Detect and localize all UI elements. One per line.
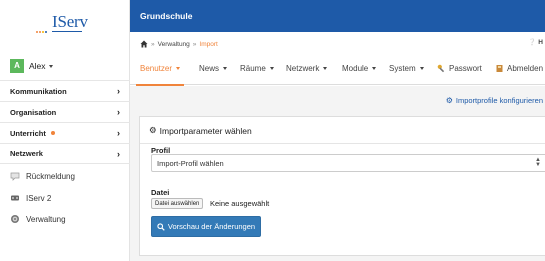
search-icon [157, 222, 165, 231]
breadcrumb-import: Import [199, 40, 218, 48]
tab-label: Benutzer [140, 64, 173, 73]
tab-module[interactable]: Module [342, 52, 377, 85]
help-icon: ❔ [528, 39, 537, 46]
logo-dots [36, 26, 48, 35]
chevron-down-icon [419, 67, 424, 70]
logo-text: IServ [52, 12, 88, 31]
tab-label: Netzwerk [286, 64, 320, 73]
sidebar-link-label: Rückmeldung [26, 171, 75, 181]
tab-label: Räume [240, 64, 266, 73]
chevron-right-icon: › [117, 149, 120, 159]
sidebar-section-label: Organisation [10, 107, 57, 117]
sidebar-section-netzwerk[interactable]: Netzwerk › [0, 143, 130, 164]
user-name: Alex [29, 61, 46, 71]
sidebar-link-rueckmeldung[interactable]: Rückmeldung [10, 171, 75, 181]
user-menu[interactable]: A Alex [10, 56, 53, 76]
chevron-down-icon [176, 67, 181, 70]
gear-icon: ⚙ [149, 125, 157, 135]
avatar: A [10, 59, 24, 73]
school-title: Grundschule [140, 11, 193, 21]
import-panel: ⚙ Importparameter wählen Profil Import-P… [139, 116, 545, 256]
sidebar-link-label: IServ 2 [26, 193, 52, 203]
panel-title-text: Importparameter wählen [159, 125, 252, 136]
tab-system[interactable]: System [389, 52, 424, 85]
select-arrows-icon: ▲ ▼ [535, 157, 541, 168]
panel-title: ⚙ Importparameter wählen [149, 125, 252, 136]
chevron-down-icon [48, 64, 53, 68]
sidebar-section-label: Netzwerk [10, 149, 43, 158]
tab-label: Passwort [449, 64, 482, 73]
config-link-label: Importprofile konfigurieren [455, 96, 543, 105]
chevron-right-icon: › [117, 86, 120, 96]
logout-icon [496, 65, 503, 72]
divider [140, 143, 545, 144]
tab-raeume[interactable]: Räume [240, 52, 274, 85]
sidebar-section-unterricht[interactable]: Unterricht › [0, 122, 130, 143]
tab-abmelden[interactable]: Abmelden [495, 52, 543, 85]
home-icon[interactable] [140, 40, 148, 48]
file-status: Keine ausgewählt [210, 199, 270, 208]
sidebar-link-verwaltung[interactable]: Verwaltung [10, 214, 66, 224]
tab-label: System [389, 64, 416, 73]
gear-icon: ⚙ [445, 96, 453, 105]
choose-file-button[interactable]: Datei auswählen [151, 198, 204, 209]
chevron-down-icon [372, 67, 377, 70]
import-profiles-config-link[interactable]: ⚙ Importprofile konfigurieren [446, 96, 543, 105]
tab-label: News [199, 64, 220, 73]
settings-icon [11, 215, 19, 223]
sidebar-section-kommunikation[interactable]: Kommunikation › [0, 80, 130, 101]
sidebar-section-label: Unterricht [10, 128, 46, 138]
breadcrumb-separator: » [151, 40, 155, 48]
tab-news[interactable]: News [199, 52, 228, 85]
sidebar-link-iserv2[interactable]: IServ 2 [10, 193, 51, 203]
chevron-down-icon [323, 67, 328, 70]
chevron-right-icon: › [117, 107, 120, 117]
key-icon [437, 64, 445, 73]
top-bar: Grundschule [130, 0, 545, 32]
tab-label: Module [342, 64, 369, 73]
help-label: H [538, 39, 543, 46]
logo[interactable]: IServ [0, 0, 130, 48]
feedback-icon [10, 172, 20, 181]
chevron-right-icon: › [117, 128, 120, 138]
preview-changes-button[interactable]: Vorschau der Änderungen [151, 216, 261, 237]
iserv-icon [11, 195, 19, 201]
tab-benutzer[interactable]: Benutzer [135, 52, 185, 86]
breadcrumb: » Verwaltung » Import [140, 38, 218, 50]
profile-select[interactable]: Import-Profil wählen ▲ ▼ [151, 154, 545, 172]
chevron-down-icon [223, 67, 228, 70]
preview-changes-label: Vorschau der Änderungen [167, 222, 256, 231]
sidebar: IServ A Alex Kommunikation › Organisatio… [0, 0, 130, 261]
tab-netzwerk[interactable]: Netzwerk [286, 52, 328, 85]
tab-passwort[interactable]: Passwort [437, 52, 482, 85]
breadcrumb-verwaltung[interactable]: Verwaltung [158, 41, 190, 48]
sidebar-section-label: Kommunikation [10, 86, 67, 96]
tab-label: Abmelden [507, 64, 544, 73]
help-link[interactable]: ❔ H [528, 38, 543, 46]
sidebar-link-label: Verwaltung [26, 214, 66, 224]
chevron-down-icon [269, 67, 274, 70]
sidebar-section-organisation[interactable]: Organisation › [0, 101, 130, 122]
breadcrumb-separator: » [192, 40, 197, 48]
module-tabs: Benutzer News Räume Netzwerk Module Syst… [130, 52, 545, 86]
notification-dot-icon [50, 131, 55, 135]
file-label: Datei [151, 188, 170, 197]
logo-underline [52, 31, 82, 32]
profile-select-value: Import-Profil wählen [157, 158, 224, 168]
